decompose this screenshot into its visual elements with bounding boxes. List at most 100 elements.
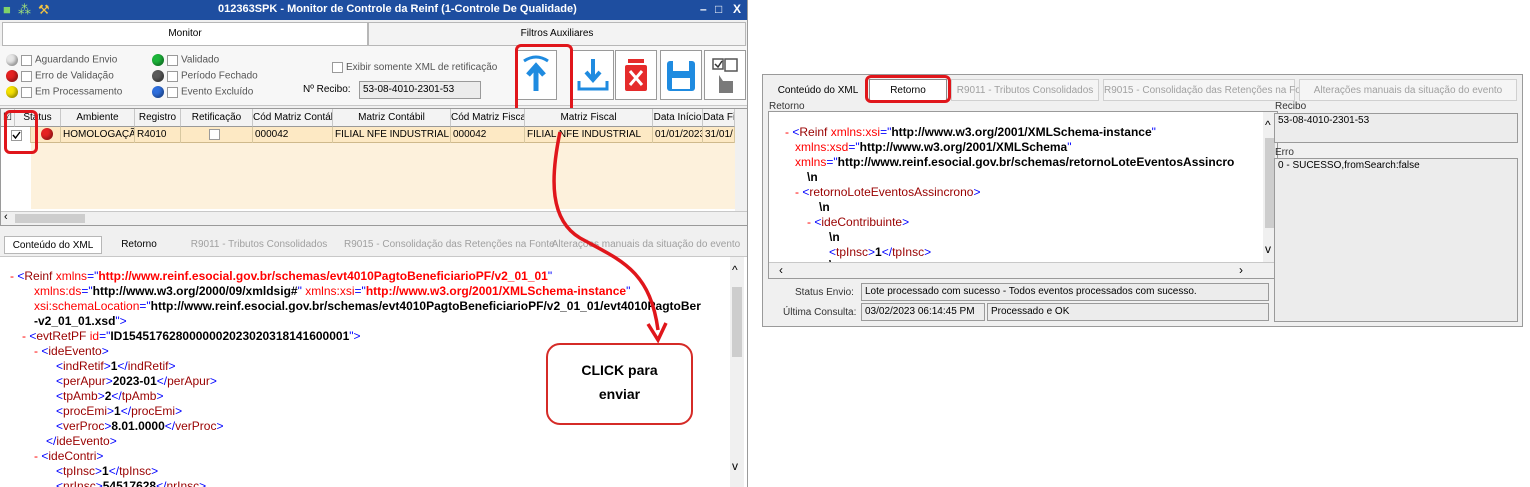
xml-line: <tpInsc>1</tpInsc>: [56, 464, 159, 478]
xml-line: -v2_01_01.xsd">: [34, 314, 127, 328]
xml-line: <nrInsc>54517628</nrInsc>: [56, 479, 207, 487]
erro-field[interactable]: 0 - SUCESSO,fromSearch:false: [1274, 158, 1518, 322]
grid-header-retificacao[interactable]: Retificação: [181, 109, 253, 127]
tab-conteudo-xml[interactable]: Conteúdo do XML: [771, 79, 865, 101]
legend-erro: Erro de Validação: [6, 70, 114, 82]
xml-line: <verProc>8.01.0000</verProc>: [56, 419, 224, 433]
xml-line: <procEmi>1</procEmi>: [56, 404, 183, 418]
delete-button[interactable]: [615, 50, 657, 100]
scroll-up-icon[interactable]: ^: [1265, 118, 1271, 132]
legend-processamento: Em Processamento: [6, 86, 122, 98]
exibir-retificacao-checkbox[interactable]: [332, 62, 343, 73]
maximize-button[interactable]: □: [715, 2, 722, 16]
network-icon[interactable]: ⁂: [18, 2, 31, 18]
save-button[interactable]: [660, 50, 702, 100]
tab-conteudo-xml[interactable]: Conteúdo do XML: [4, 236, 102, 254]
processamento-checkbox[interactable]: [21, 86, 32, 98]
xml-line: xmlns="http://www.reinf.esocial.gov.br/s…: [795, 155, 1235, 169]
yellow-status-icon: [6, 86, 18, 98]
tab-r9011[interactable]: R9011 - Tributos Consolidados: [178, 236, 340, 254]
legend-validado: Validado: [152, 54, 219, 66]
tab-r9015[interactable]: R9015 - Consolidação das Retenções na Fo…: [1103, 79, 1315, 101]
tab-retorno[interactable]: Retorno: [104, 236, 174, 254]
dark-status-icon: [152, 70, 164, 82]
retificacao-checkbox[interactable]: [209, 128, 220, 140]
xml-line: - <ideContribuinte>: [807, 215, 910, 229]
hand-check-icon: [712, 58, 738, 93]
select-checkbox-button[interactable]: [704, 50, 746, 100]
erro-label: Erro: [1275, 147, 1294, 158]
status-envio-label: Status Envio:: [795, 287, 854, 298]
situacao-field[interactable]: Processado e OK: [987, 303, 1269, 321]
scroll-left-icon[interactable]: ‹: [4, 211, 8, 223]
ultima-consulta-field[interactable]: 03/02/2023 06:14:45 PM: [861, 303, 985, 321]
app-icon: ■: [3, 2, 11, 17]
scroll-right-icon[interactable]: ›: [1239, 263, 1243, 277]
blue-status-icon: [152, 86, 164, 98]
retorno-xml-panel: - <Reinf xmlns:xsi="http://www.w3.org/20…: [768, 111, 1278, 279]
red-status-icon: [41, 128, 53, 141]
grid-header-matriz-contabil[interactable]: Matriz Contábil: [333, 109, 451, 127]
validado-checkbox[interactable]: [167, 54, 178, 66]
grid-vertical-scrollbar[interactable]: [735, 109, 747, 211]
scroll-down-icon[interactable]: v: [1265, 242, 1271, 256]
recibo-label: Recibo: [1275, 101, 1307, 112]
legend-aguardando: Aguardando Envio: [6, 54, 117, 66]
window-title: 012363SPK - Monitor de Controle da Reinf…: [218, 3, 577, 15]
scroll-down-icon[interactable]: v: [732, 459, 738, 473]
erro-checkbox[interactable]: [21, 70, 32, 82]
xml-line: \n: [807, 170, 818, 184]
xml-line: - <retornoLoteEventosAssincrono>: [795, 185, 981, 199]
scrollbar-thumb[interactable]: [15, 214, 85, 223]
grid-header-cod-contabil[interactable]: Cód Matriz Contábil: [253, 109, 333, 127]
xml-line: <tpAmb>2</tpAmb>: [56, 389, 164, 403]
xml-line: <indRetif>1</indRetif>: [56, 359, 176, 373]
close-button[interactable]: X: [733, 2, 741, 16]
scrollbar-thumb[interactable]: [732, 287, 742, 357]
periodo-checkbox[interactable]: [167, 70, 178, 82]
xml-line: <perApur>2023-01</perApur>: [56, 374, 217, 388]
recibo-field[interactable]: 53-08-4010-2301-53: [1274, 113, 1518, 143]
row-matriz-contabil: FILIAL NFE INDUSTRIAL: [333, 127, 451, 143]
download-icon: [577, 59, 609, 91]
status-envio-field[interactable]: Lote processado com sucesso - Todos even…: [861, 283, 1269, 301]
row-cod-contabil: 000042: [253, 127, 333, 143]
recibo-label: Nº Recibo:: [303, 84, 351, 95]
excluido-checkbox[interactable]: [167, 86, 178, 98]
wrench-icon[interactable]: ⚒: [38, 2, 50, 18]
green-status-icon: [152, 54, 164, 66]
row-registro: R4010: [135, 127, 181, 143]
download-button[interactable]: [572, 50, 614, 100]
retorno-window: Conteúdo do XML Retorno R9011 - Tributos…: [762, 74, 1523, 327]
tab-filtros-auxiliares[interactable]: Filtros Auxiliares: [368, 22, 746, 46]
tab-r9015[interactable]: R9015 - Consolidação das Retenções na Fo…: [344, 236, 555, 254]
row-cod-fiscal: 000042: [451, 127, 525, 143]
xml-vertical-scrollbar[interactable]: ^ v: [730, 257, 744, 487]
xml-line: - <ideEvento>: [34, 344, 109, 358]
grid-header-data-fim[interactable]: Data Fi: [703, 109, 735, 127]
row-retificacao: [181, 127, 253, 143]
scroll-up-icon[interactable]: ^: [732, 263, 738, 277]
xml-line: xmlns:xsd="http://www.w3.org/2001/XMLSch…: [795, 140, 1072, 154]
minimize-button[interactable]: –: [700, 2, 707, 16]
tab-r9011[interactable]: R9011 - Tributos Consolidados: [951, 79, 1099, 101]
tab-alteracoes-manuais[interactable]: Alterações manuais da situação do evento: [1299, 79, 1517, 101]
retorno-horizontal-scrollbar[interactable]: ‹ ›: [769, 262, 1277, 278]
exibir-retificacao-option[interactable]: Exibir somente XML de retificação: [332, 62, 497, 73]
grid-header-cod-fiscal[interactable]: Cód Matriz Fiscal: [451, 109, 525, 127]
xml-line: \n: [819, 200, 830, 214]
tab-monitor[interactable]: Monitor: [2, 22, 368, 46]
recibo-field[interactable]: 53-08-4010-2301-53: [359, 81, 481, 99]
title-bar: ■ ⁂ ⚒ 012363SPK - Monitor de Controle da…: [0, 0, 747, 20]
aguardando-checkbox[interactable]: [21, 54, 32, 66]
retorno-tab-highlight: [865, 75, 951, 103]
row-ambiente: HOMOLOGAÇÃO: [61, 127, 135, 143]
grid-header-registro[interactable]: Registro: [135, 109, 181, 127]
grid-header-ambiente[interactable]: Ambiente: [61, 109, 135, 127]
ultima-consulta-label: Última Consulta:: [783, 307, 857, 318]
xml-line: - <ideContri>: [34, 449, 104, 463]
xml-line: \n: [829, 230, 840, 244]
annotation-arrow: [552, 131, 668, 344]
scroll-left-icon[interactable]: ‹: [779, 263, 783, 277]
xml-line: - <Reinf xmlns="http://www.reinf.esocial…: [10, 269, 553, 283]
